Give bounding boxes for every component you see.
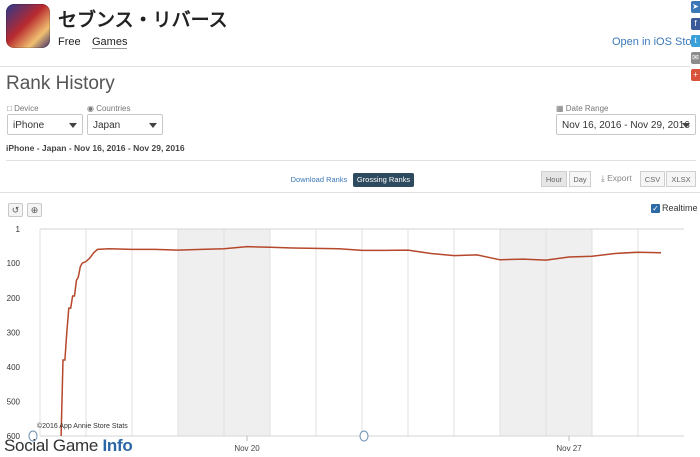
globe-icon: ◉: [87, 104, 97, 113]
hour-button[interactable]: Hour: [541, 171, 567, 187]
day-button[interactable]: Day: [569, 171, 591, 187]
rank-history-chart[interactable]: 1100200300400500600Nov 20 Nov 27: [0, 220, 700, 457]
tab-grossing-ranks[interactable]: Grossing Ranks: [353, 173, 414, 187]
realtime-label: Realtime: [662, 203, 698, 213]
undo-icon: ↺: [11, 205, 20, 215]
facebook-icon[interactable]: f: [691, 18, 700, 30]
y-tick-label: 500: [7, 397, 21, 406]
reset-zoom-button[interactable]: ↺: [8, 203, 23, 217]
app-title: セブンス・リバース: [58, 10, 228, 31]
watermark: Social Game Info: [4, 436, 133, 455]
xlsx-export-button[interactable]: XLSX: [666, 171, 696, 187]
realtime-checkbox[interactable]: ✓: [651, 204, 660, 213]
range-handle-right[interactable]: [359, 430, 369, 442]
export-label: ⤓ Export: [601, 173, 632, 183]
email-icon[interactable]: ✉: [691, 52, 700, 64]
calendar-icon: ▦: [556, 104, 566, 113]
tab-download-ranks[interactable]: Download Ranks: [288, 173, 350, 187]
date-range-select[interactable]: Nov 16, 2016 - Nov 29, 2016: [556, 114, 696, 135]
device-label: □ Device: [7, 104, 39, 113]
share-icon[interactable]: ➤: [691, 1, 700, 13]
date-range-label: ▦ Date Range: [556, 104, 609, 113]
device-icon: □: [7, 104, 15, 113]
y-tick-label: 300: [7, 328, 21, 337]
page-title: Rank History: [6, 73, 115, 94]
chart-credit: ©2016 App Annie Store Stats: [37, 423, 128, 430]
countries-select[interactable]: Japan: [87, 114, 163, 135]
chevron-down-icon: [682, 123, 690, 128]
app-icon: [6, 4, 50, 48]
csv-export-button[interactable]: CSV: [640, 171, 665, 187]
open-in-store-link[interactable]: Open in iOS Store: [612, 36, 700, 48]
y-tick-label: 200: [7, 294, 21, 303]
x-tick-label: Nov 20: [234, 444, 260, 453]
zoom-in-icon: ⊕: [30, 205, 39, 215]
x-tick-label: Nov 27: [556, 444, 582, 453]
price-label: Free: [58, 36, 81, 48]
category-link[interactable]: Games: [92, 36, 128, 49]
device-select[interactable]: iPhone: [7, 114, 83, 135]
countries-label: ◉ Countries: [87, 104, 131, 113]
chevron-down-icon: [69, 123, 77, 128]
twitter-icon[interactable]: t: [691, 35, 700, 47]
y-tick-label: 1: [16, 225, 21, 234]
zoom-button[interactable]: ⊕: [27, 203, 42, 217]
toolbar-divider: [0, 192, 700, 193]
chevron-down-icon: [149, 123, 157, 128]
filter-summary: iPhone - Japan - Nov 16, 2016 - Nov 29, …: [6, 143, 185, 153]
y-tick-label: 400: [7, 363, 21, 372]
y-tick-label: 100: [7, 259, 21, 268]
filter-divider: [6, 160, 696, 161]
plus-icon[interactable]: +: [691, 69, 700, 81]
header-divider: [0, 66, 690, 67]
